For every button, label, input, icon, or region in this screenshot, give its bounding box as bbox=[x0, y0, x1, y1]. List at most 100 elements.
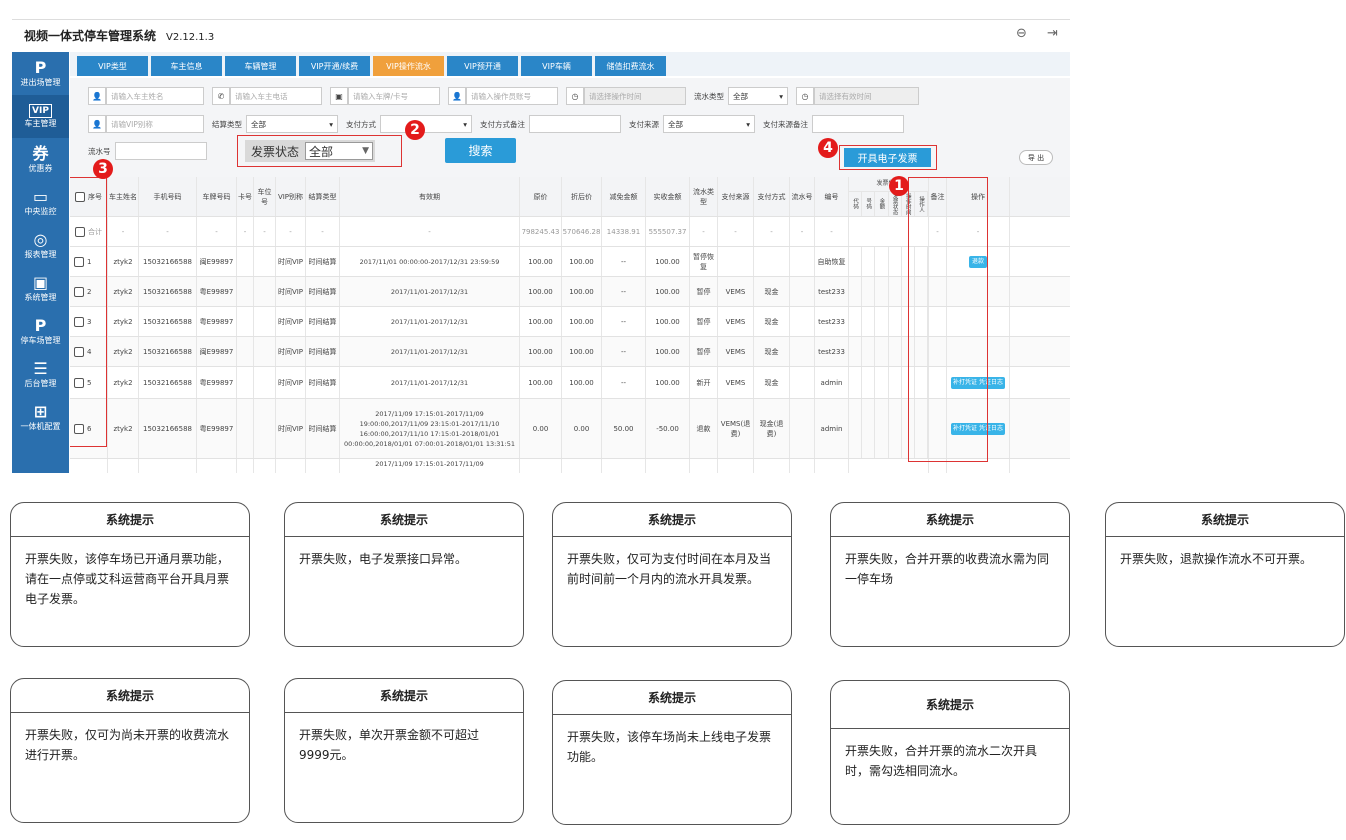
sidebar-item-report[interactable]: ◎ 报表管理 bbox=[12, 224, 69, 267]
sidebar-item-device[interactable]: ⊞ 一体机配置 bbox=[12, 396, 69, 439]
dialog-title: 系统提示 bbox=[11, 679, 249, 713]
row-alias: 时间VIP bbox=[276, 337, 306, 366]
row-valid: 2017/11/09 17:15:01-2017/11/09 bbox=[340, 459, 520, 473]
row-paid: 100.00 bbox=[646, 277, 690, 306]
invoice-status-filter: 发票状态 全部 ▼ bbox=[245, 140, 376, 162]
system-dialog: 系统提示 开票失败，该停车场尚未上线电子发票功能。 bbox=[552, 680, 792, 825]
invoice-status-select[interactable]: 全部 ▼ bbox=[305, 142, 374, 160]
sidebar-item-system[interactable]: ▣ 系统管理 bbox=[12, 267, 69, 310]
sidebar-item-label: 优惠券 bbox=[28, 164, 53, 173]
owner-name-input[interactable]: 请输入车主姓名 bbox=[106, 87, 204, 105]
row-empty bbox=[790, 337, 815, 366]
row-empty bbox=[237, 247, 254, 276]
header-col-10: 折后价 bbox=[562, 177, 602, 216]
owner-phone-input[interactable]: 请输入车主电话 bbox=[230, 87, 322, 105]
export-button[interactable]: 导 出 bbox=[1019, 150, 1053, 165]
row-empty bbox=[237, 337, 254, 366]
row-alias: 时间VIP bbox=[276, 277, 306, 306]
clock-icon: ◷ bbox=[796, 87, 814, 105]
row-type: 退款 bbox=[690, 399, 718, 458]
dialog-message: 开票失败，该停车场尚未上线电子发票功能。 bbox=[567, 730, 772, 764]
row-empty bbox=[237, 277, 254, 306]
tab-4[interactable]: VIP操作流水 bbox=[373, 56, 444, 76]
row-settle: 时间结算 bbox=[306, 247, 340, 276]
invoice-status-label: 发票状态 bbox=[251, 144, 300, 159]
row-paid: 100.00 bbox=[646, 307, 690, 336]
tab-6[interactable]: VIP车辆 bbox=[521, 56, 592, 76]
row-disc: 100.00 bbox=[562, 367, 602, 398]
tab-5[interactable]: VIP预开通 bbox=[447, 56, 518, 76]
row-plate: 粤E99897 bbox=[197, 367, 237, 398]
annotation-badge-1: 1 bbox=[889, 176, 909, 196]
tab-2[interactable]: 车辆管理 bbox=[225, 56, 296, 76]
operator-input[interactable]: 请输入操作员账号 bbox=[466, 87, 558, 105]
dialog-message: 开票失败，该停车场已开通月票功能，请在一点停或艾科运营商平台开具月票电子发票。 bbox=[25, 552, 230, 606]
valid-time-input[interactable]: 请选择有效时间 bbox=[814, 87, 919, 105]
tab-7[interactable]: 储值扣费流水 bbox=[595, 56, 666, 76]
vip-name-input[interactable]: 请输VIP别称 bbox=[106, 115, 204, 133]
tab-3[interactable]: VIP开通/续费 bbox=[299, 56, 370, 76]
sidebar-item-monitor[interactable]: ▭ 中央监控 bbox=[12, 181, 69, 224]
pay-method-select[interactable]: ▾ bbox=[380, 115, 472, 133]
chevron-down-icon: ▾ bbox=[463, 119, 467, 129]
row-empty bbox=[276, 459, 306, 473]
plate-input[interactable]: 请输入车牌/卡号 bbox=[348, 87, 440, 105]
annotation-badge-4: 4 bbox=[818, 138, 838, 158]
settle-type-select[interactable]: 全部 ▾ bbox=[246, 115, 338, 133]
row-valid: 2017/11/01-2017/12/31 bbox=[340, 307, 520, 336]
header-sub-label: 代码 bbox=[849, 191, 863, 216]
sidebar-item-owner[interactable]: VIP 车主管理 bbox=[12, 95, 69, 138]
row-settle: 时间结算 bbox=[306, 399, 340, 458]
row-phone: 15032166588 bbox=[139, 367, 197, 398]
report-icon: ◎ bbox=[33, 230, 48, 249]
issue-invoice-button[interactable]: 开具电子发票 bbox=[844, 148, 931, 167]
op-time-input[interactable]: 请选择操作时间 bbox=[584, 87, 686, 105]
row-method: 现金(退费) bbox=[754, 399, 790, 458]
row-type: 暂停 bbox=[690, 337, 718, 366]
row-empty bbox=[197, 459, 237, 473]
dialog-message: 开票失败，电子发票接口异常。 bbox=[299, 552, 468, 566]
row-name: ztyk2 bbox=[108, 307, 139, 336]
search-button[interactable]: 搜索 bbox=[445, 138, 516, 163]
tab-0[interactable]: VIP类型 bbox=[77, 56, 148, 76]
row-empty bbox=[254, 337, 276, 366]
row-empty bbox=[254, 247, 276, 276]
pay-source-note-input[interactable] bbox=[812, 115, 904, 133]
sidebar-item-label: 报表管理 bbox=[24, 250, 57, 259]
pay-method-note-input[interactable] bbox=[529, 115, 621, 133]
dialog-message: 开票失败，合并开票的收费流水需为同一停车场 bbox=[845, 552, 1050, 586]
sidebar-item-entry[interactable]: P 进出场管理 bbox=[12, 52, 69, 95]
row-alias: 时间VIP bbox=[276, 247, 306, 276]
pay-source-select[interactable]: 全部 ▾ bbox=[663, 115, 755, 133]
header-col-9: 原价 bbox=[520, 177, 562, 216]
row-valid: 2017/11/01-2017/12/31 bbox=[340, 337, 520, 366]
row-empty bbox=[254, 399, 276, 458]
logout-icon[interactable]: ⇥ bbox=[1047, 26, 1058, 41]
dialog-title: 系统提示 bbox=[11, 503, 249, 537]
tab-1[interactable]: 车主信息 bbox=[151, 56, 222, 76]
flow-type-select[interactable]: 全部 ▾ bbox=[728, 87, 788, 105]
sidebar-item-backend[interactable]: ☰ 后台管理 bbox=[12, 353, 69, 396]
row-name: ztyk2 bbox=[108, 247, 139, 276]
row-empty bbox=[790, 459, 815, 473]
sidebar-item-label: 系统管理 bbox=[24, 293, 57, 302]
row-plate: 粤E99897 bbox=[197, 277, 237, 306]
row-method: 现金 bbox=[754, 277, 790, 306]
system-dialog: 系统提示开票失败，该停车场已开通月票功能，请在一点停或艾科运营商平台开具月票电子… bbox=[10, 502, 250, 647]
row-src: VEMS bbox=[718, 367, 754, 398]
serial-label: 流水号 bbox=[88, 146, 111, 156]
sidebar-item-lot[interactable]: P 停车场管理 bbox=[12, 310, 69, 353]
invoice-info-highlight bbox=[908, 177, 988, 462]
serial-input[interactable] bbox=[114, 142, 207, 160]
user-icon[interactable]: ⊖ bbox=[1016, 26, 1027, 41]
row-reduce: -- bbox=[602, 277, 646, 306]
row-reduce: -- bbox=[602, 307, 646, 336]
sidebar-item-coupon[interactable]: 券优惠券 bbox=[12, 138, 69, 181]
parking-icon: P bbox=[34, 316, 47, 335]
total-cell: - bbox=[340, 217, 520, 246]
row-reduce: 50.00 bbox=[602, 399, 646, 458]
total-cell: - bbox=[790, 217, 815, 246]
header-col-13: 流水类型 bbox=[690, 177, 718, 216]
row-src bbox=[718, 247, 754, 276]
row-paid: 100.00 bbox=[646, 247, 690, 276]
